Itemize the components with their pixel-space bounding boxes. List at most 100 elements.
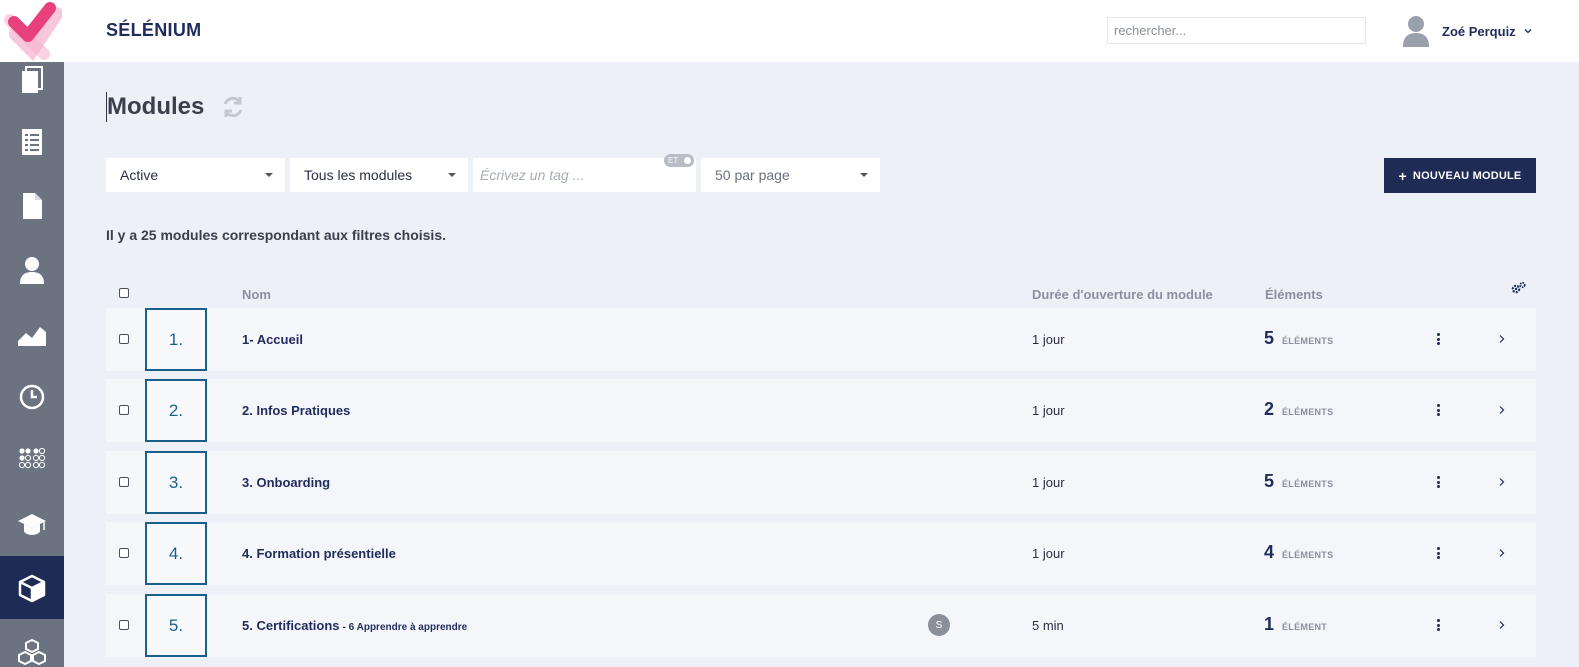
chevron-right-icon[interactable] bbox=[1498, 620, 1506, 630]
new-module-button[interactable]: + NOUVEAU MODULE bbox=[1384, 158, 1536, 193]
more-options-icon[interactable] bbox=[1434, 332, 1442, 346]
module-name: 5. Certifications - 6 Apprendre à apprend… bbox=[242, 618, 467, 633]
more-options-icon[interactable] bbox=[1434, 475, 1442, 489]
chevron-down-icon bbox=[1524, 29, 1532, 34]
module-number: 5. bbox=[145, 594, 207, 657]
sidebar-item-training[interactable] bbox=[0, 492, 64, 555]
area-chart-icon bbox=[18, 326, 46, 346]
module-duration: 1 jour bbox=[1032, 332, 1065, 347]
row-checkbox[interactable] bbox=[119, 405, 129, 415]
top-bar: SÉLÉNIUM Zoé Perquiz bbox=[0, 0, 1579, 62]
chevron-right-icon[interactable] bbox=[1498, 334, 1506, 344]
sidebar-item-apps[interactable] bbox=[0, 428, 64, 491]
element-count: 1 bbox=[1264, 614, 1275, 634]
avatar-icon bbox=[1403, 16, 1429, 47]
clock-icon bbox=[19, 384, 45, 409]
module-name-text: 4. Formation présentielle bbox=[242, 546, 396, 561]
dots-grid-icon bbox=[18, 447, 46, 468]
module-name-text: 1- Accueil bbox=[242, 332, 303, 347]
sidebar-item-copies[interactable] bbox=[0, 47, 64, 110]
row-checkbox[interactable] bbox=[119, 477, 129, 487]
element-count: 5 bbox=[1264, 471, 1275, 491]
element-unit: ÉLÉMENTS bbox=[1282, 479, 1334, 489]
user-icon bbox=[20, 256, 44, 284]
element-count: 2 bbox=[1264, 399, 1275, 419]
gears-icon[interactable] bbox=[1510, 281, 1526, 295]
sidebar-item-documents[interactable] bbox=[0, 174, 64, 237]
status-badge: S bbox=[928, 614, 950, 636]
module-name: 2. Infos Pratiques bbox=[242, 403, 350, 418]
caret-down-icon bbox=[860, 173, 868, 177]
sidebar-item-stats[interactable] bbox=[0, 302, 64, 365]
copy-icon bbox=[22, 65, 43, 93]
module-subtitle: - 6 Apprendre à apprendre bbox=[342, 622, 468, 633]
list-icon bbox=[22, 128, 42, 155]
column-header-elements[interactable]: Éléments bbox=[1265, 287, 1323, 302]
sidebar bbox=[0, 62, 64, 667]
table-row[interactable]: 4. 4. Formation présentielle 1 jour 4 ÉL… bbox=[106, 522, 1536, 585]
element-unit: ÉLÉMENTS bbox=[1282, 336, 1334, 346]
more-options-icon[interactable] bbox=[1434, 618, 1442, 632]
module-name: 4. Formation présentielle bbox=[242, 546, 396, 561]
module-duration: 5 min bbox=[1032, 618, 1064, 633]
user-name: Zoé Perquiz bbox=[1442, 23, 1516, 39]
per-page-value: 50 par page bbox=[715, 167, 790, 183]
sidebar-item-modules[interactable] bbox=[0, 556, 64, 619]
sidebar-item-users[interactable] bbox=[0, 238, 64, 301]
module-name: 3. Onboarding bbox=[242, 475, 330, 490]
module-duration: 1 jour bbox=[1032, 403, 1065, 418]
document-icon bbox=[23, 192, 42, 219]
module-name: 1- Accueil bbox=[242, 332, 303, 347]
caret-down-icon bbox=[448, 173, 456, 177]
module-number: 4. bbox=[145, 522, 207, 585]
search-input[interactable] bbox=[1107, 17, 1366, 44]
toggle-knob-icon bbox=[684, 157, 691, 164]
select-all-checkbox[interactable] bbox=[119, 288, 129, 298]
results-count: Il y a 25 modules correspondant aux filt… bbox=[106, 227, 446, 243]
graduation-cap-icon bbox=[18, 513, 46, 535]
cube-icon bbox=[18, 574, 46, 602]
row-checkbox[interactable] bbox=[119, 548, 129, 558]
row-checkbox[interactable] bbox=[119, 620, 129, 630]
table-row[interactable]: 5. 5. Certifications - 6 Apprendre à appr… bbox=[106, 594, 1536, 657]
cubes-icon bbox=[18, 638, 46, 665]
element-count: 4 bbox=[1264, 542, 1275, 562]
refresh-icon[interactable] bbox=[220, 94, 246, 120]
scope-select[interactable]: Tous les modules bbox=[290, 158, 468, 192]
table-row[interactable]: 1. 1- Accueil 1 jour 5 ÉLÉMENTS bbox=[106, 308, 1536, 371]
module-duration: 1 jour bbox=[1032, 475, 1065, 490]
status-select[interactable]: Active bbox=[106, 158, 285, 192]
element-count: 5 bbox=[1264, 328, 1275, 348]
chevron-right-icon[interactable] bbox=[1498, 477, 1506, 487]
element-unit: ÉLÉMENTS bbox=[1282, 407, 1334, 417]
more-options-icon[interactable] bbox=[1434, 546, 1442, 560]
per-page-select[interactable]: 50 par page bbox=[701, 158, 880, 192]
sidebar-item-list[interactable] bbox=[0, 110, 64, 173]
scope-select-value: Tous les modules bbox=[304, 167, 413, 183]
more-options-icon[interactable] bbox=[1434, 403, 1442, 417]
sidebar-item-history[interactable] bbox=[0, 365, 64, 428]
app-title: SÉLÉNIUM bbox=[106, 20, 202, 40]
element-unit: ÉLÉMENT bbox=[1282, 622, 1328, 632]
status-select-value: Active bbox=[120, 167, 159, 183]
chevron-right-icon[interactable] bbox=[1498, 548, 1506, 558]
row-checkbox[interactable] bbox=[119, 334, 129, 344]
table-row[interactable]: 2. 2. Infos Pratiques 1 jour 2 ÉLÉMENTS bbox=[106, 379, 1536, 442]
tag-operator-toggle[interactable]: ET bbox=[664, 154, 694, 167]
column-header-name[interactable]: Nom bbox=[242, 287, 271, 302]
user-menu[interactable]: Zoé Perquiz bbox=[1403, 14, 1533, 48]
module-number: 3. bbox=[145, 451, 207, 514]
module-duration: 1 jour bbox=[1032, 546, 1065, 561]
sidebar-item-programs[interactable] bbox=[0, 619, 64, 667]
new-module-label: NOUVEAU MODULE bbox=[1412, 169, 1522, 182]
chevron-right-icon[interactable] bbox=[1498, 405, 1506, 415]
module-name-text: 2. Infos Pratiques bbox=[242, 403, 351, 418]
page-title: Modules bbox=[107, 93, 205, 120]
tag-input[interactable] bbox=[473, 158, 696, 192]
module-number: 1. bbox=[145, 308, 207, 371]
column-header-duration[interactable]: Durée d'ouverture du module bbox=[1032, 287, 1213, 302]
module-name-text: 5. Certifications bbox=[242, 618, 340, 633]
plus-icon: + bbox=[1398, 167, 1407, 184]
module-name-text: 3. Onboarding bbox=[242, 475, 331, 490]
table-row[interactable]: 3. 3. Onboarding 1 jour 5 ÉLÉMENTS bbox=[106, 451, 1536, 514]
